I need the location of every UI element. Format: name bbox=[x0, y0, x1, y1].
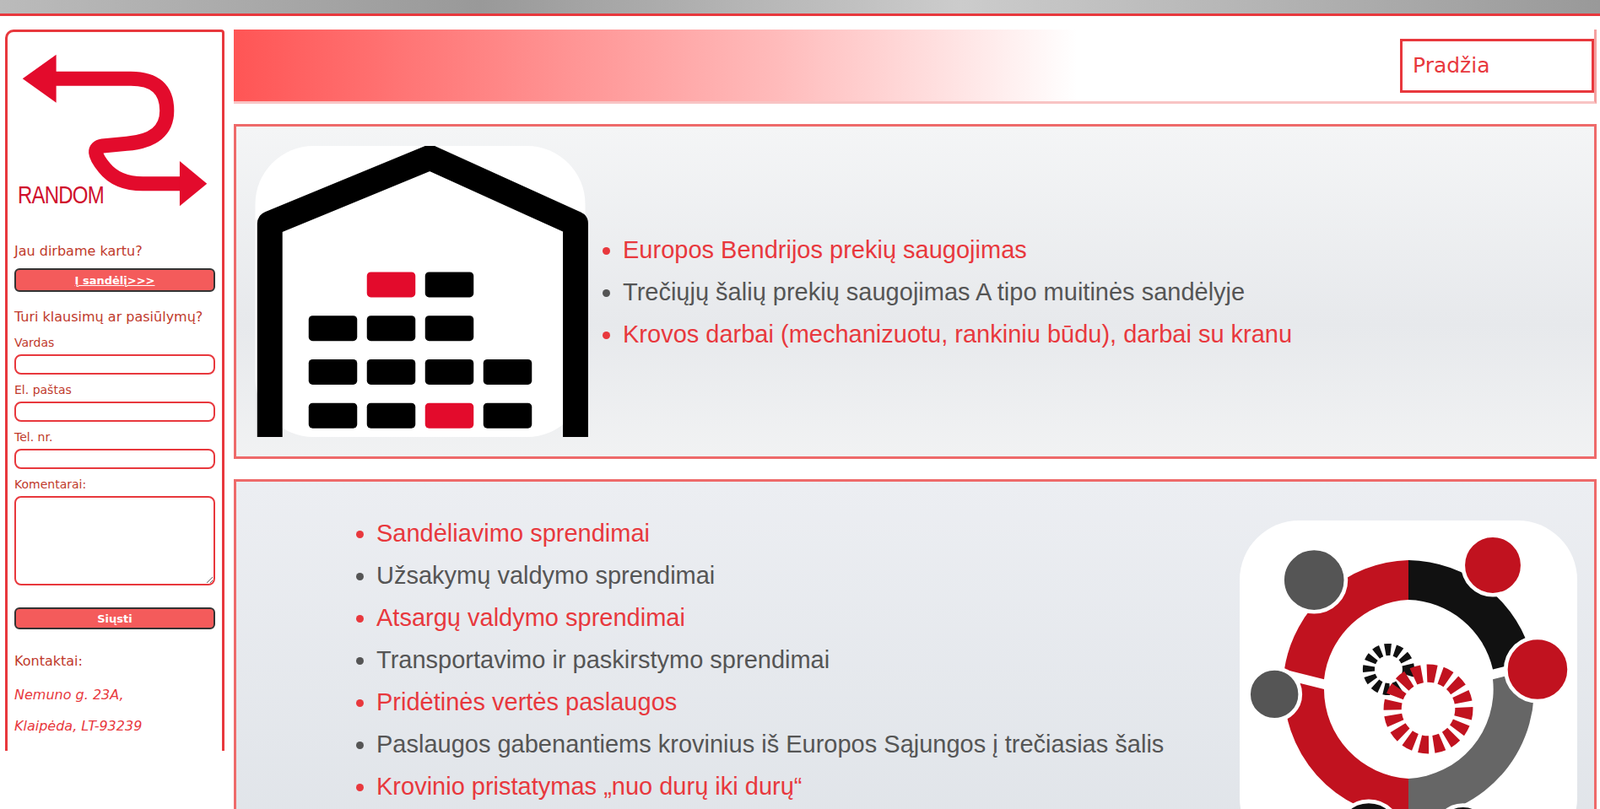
service-item: Europos Bendrijos prekių saugojimas bbox=[622, 228, 1292, 271]
logo[interactable]: RANDOM bbox=[17, 50, 216, 211]
form-field: El. paštas bbox=[14, 383, 216, 422]
service-item: Krovos darbai (mechanizuotu, rankiniu bū… bbox=[622, 313, 1292, 356]
text-input[interactable] bbox=[14, 401, 216, 422]
solution-item: Krovinio pristatymas „nuo durų iki durų“ bbox=[376, 765, 1223, 808]
contact-line: Nemuno g. 23A, bbox=[14, 686, 216, 703]
warehouse-icon bbox=[251, 145, 590, 438]
top-banner bbox=[0, 0, 1600, 17]
comment-textarea[interactable] bbox=[14, 496, 216, 586]
solution-item: Pridėtinės vertės paslaugos bbox=[376, 681, 1223, 724]
field-label: Komentarai: bbox=[14, 477, 216, 492]
main: Pradžia Europos Bendrijos prekių saugojim… bbox=[233, 29, 1597, 809]
service-item: Trečiųjų šalių prekių saugojimas A tipo … bbox=[622, 270, 1292, 314]
field-label: Tel. nr. bbox=[14, 430, 216, 444]
form-title: Turi klausimų ar pasiūlymų? bbox=[14, 307, 216, 328]
warehouse-panel: Europos Bendrijos prekių saugojimasTreči… bbox=[233, 124, 1597, 460]
question: Jau dirbame kartu? bbox=[14, 241, 216, 262]
solution-item: Transportavimo ir paskirstymo sprendimai bbox=[376, 638, 1223, 682]
field-label: El. paštas bbox=[14, 383, 216, 397]
page: RANDOM Jau dirbame kartu? Į sandėlį>>> Turi… bbox=[0, 0, 1600, 809]
submit-button[interactable]: Siųsti bbox=[14, 607, 216, 630]
warehouse-button[interactable]: Į sandėlį>>> bbox=[14, 268, 216, 292]
header-bar: Pradžia bbox=[233, 29, 1597, 104]
logo-text: RANDOM bbox=[17, 180, 104, 211]
warehouse-services-list: Europos Bendrijos prekių saugojimasTreči… bbox=[592, 228, 1292, 356]
form-field: Vardas bbox=[14, 335, 216, 375]
solutions-list: Sandėliavimo sprendimaiUžsakymų valdymo … bbox=[345, 512, 1223, 808]
solution-item: Sandėliavimo sprendimai bbox=[376, 512, 1223, 555]
text-input[interactable] bbox=[14, 448, 216, 470]
field-label: Vardas bbox=[14, 335, 216, 350]
text-input[interactable] bbox=[14, 354, 216, 375]
solution-item: Užsakymų valdymo sprendimai bbox=[376, 554, 1223, 597]
body: RANDOM Jau dirbame kartu? Į sandėlį>>> Turi… bbox=[0, 16, 1600, 809]
form-field: Tel. nr. bbox=[14, 430, 216, 470]
solution-item: Atsargų valdymo sprendimai bbox=[376, 596, 1223, 639]
contact-line: Klaipėda, LT-93239 bbox=[14, 718, 216, 735]
sidebar: RANDOM Jau dirbame kartu? Į sandėlį>>> Turi… bbox=[5, 29, 225, 752]
solutions-panel: Sandėliavimo sprendimaiUžsakymų valdymo … bbox=[233, 479, 1597, 809]
logistics-cycle-icon bbox=[1239, 520, 1578, 809]
home-nav-button[interactable]: Pradžia bbox=[1400, 38, 1595, 93]
form-field: Komentarai: bbox=[14, 477, 216, 586]
contacts-title: Kontaktai: bbox=[14, 651, 216, 672]
solution-item: Paslaugos gabenantiems krovinius iš Euro… bbox=[376, 723, 1223, 766]
